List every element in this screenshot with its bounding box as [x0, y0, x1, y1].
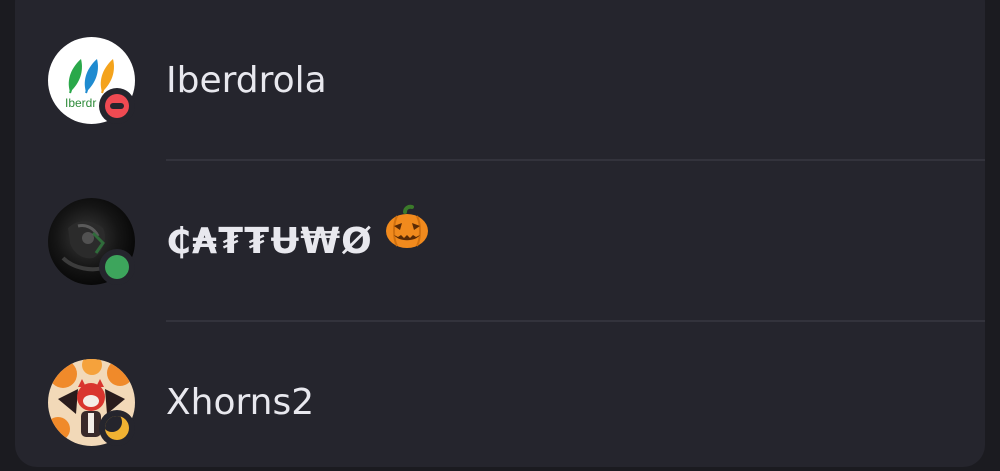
- do-not-disturb-icon: [105, 94, 129, 118]
- status-indicator: [99, 410, 135, 446]
- member-name-text: Xhorns2: [166, 382, 315, 423]
- idle-moon-icon: [105, 416, 129, 440]
- status-indicator: [99, 249, 135, 285]
- online-status-icon: [105, 255, 129, 279]
- avatar-container[interactable]: [48, 198, 135, 285]
- member-name: ₵₳₮₮Ʉ₩Ø: [166, 161, 431, 322]
- status-indicator: [99, 88, 135, 124]
- avatar-container[interactable]: [48, 359, 135, 446]
- member-name-text: ₵₳₮₮Ʉ₩Ø: [166, 221, 373, 262]
- avatar-container[interactable]: Iberdr: [48, 37, 135, 124]
- jack-o-lantern-icon: [383, 160, 431, 321]
- avatar-logo-text: Iberdr: [65, 96, 96, 110]
- member-name: Xhorns2: [166, 322, 314, 467]
- member-name: Iberdrola: [166, 0, 327, 161]
- member-name-text: Iberdrola: [166, 60, 327, 101]
- member-row-xhorns2[interactable]: Xhorns2: [15, 322, 985, 467]
- member-row-cattuwo[interactable]: ₵₳₮₮Ʉ₩Ø: [15, 161, 985, 322]
- member-row-iberdrola[interactable]: Iberdr Iberdrola: [15, 0, 985, 161]
- member-list-panel: Iberdr Iberdrola ₵₳₮₮Ʉ₩Ø Xhorns2: [15, 0, 985, 467]
